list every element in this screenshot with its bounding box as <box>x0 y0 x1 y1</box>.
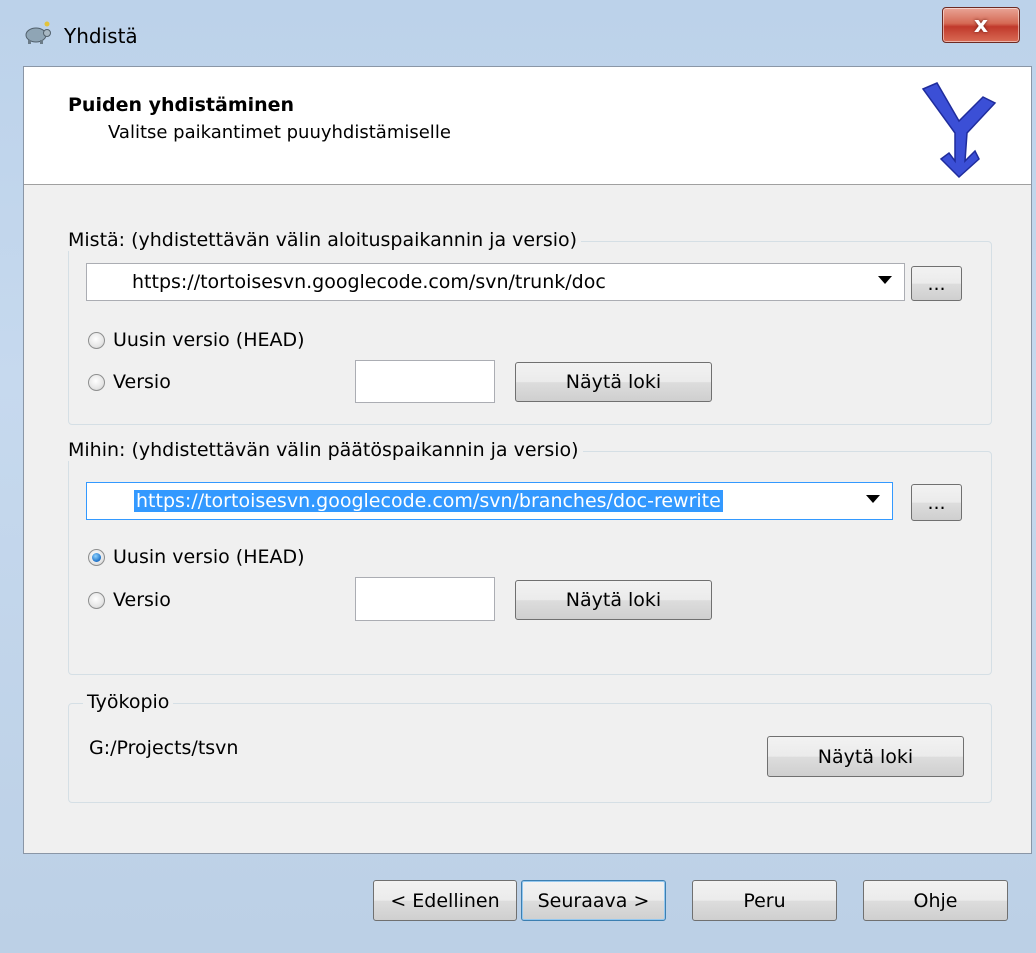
back-button[interactable]: < Edellinen <box>373 880 517 921</box>
close-button[interactable]: x <box>942 7 1020 43</box>
from-browse-button[interactable]: ... <box>911 266 962 301</box>
next-button[interactable]: Seuraava > <box>521 880 666 921</box>
to-group-label: Mihin: (yhdistettävän välin päätöspaikan… <box>64 439 583 461</box>
radio-button[interactable] <box>88 373 105 391</box>
from-show-log-button[interactable]: Näytä loki <box>515 362 712 402</box>
to-browse-button[interactable]: ... <box>911 484 962 521</box>
radio-button[interactable] <box>88 331 105 349</box>
page-title: Puiden yhdistäminen <box>68 94 295 116</box>
from-revision-radio[interactable]: Versio <box>88 371 171 393</box>
help-button-label: Ohje <box>913 889 958 912</box>
from-show-log-label: Näytä loki <box>565 371 662 393</box>
from-group-label: Mistä: (yhdistettävän välin aloituspaika… <box>64 229 582 251</box>
working-copy-path: G:/Projects/tsvn <box>89 737 239 759</box>
to-url-value: https://tortoisesvn.googlecode.com/svn/b… <box>134 490 723 512</box>
from-browse-label: ... <box>927 272 946 295</box>
chevron-down-icon[interactable] <box>866 495 880 503</box>
working-copy-show-log-label: Näytä loki <box>817 745 914 768</box>
title-bar: Yhdistä x <box>0 0 1036 66</box>
to-revision-input[interactable] <box>355 577 495 621</box>
tortoise-icon <box>25 21 51 44</box>
to-show-log-button[interactable]: Näytä loki <box>515 580 712 620</box>
to-url-combo[interactable]: https://tortoisesvn.googlecode.com/svn/b… <box>86 482 893 520</box>
to-browse-label: ... <box>927 491 946 514</box>
to-head-label: Uusin versio (HEAD) <box>113 546 305 568</box>
from-revision-label: Versio <box>113 371 171 393</box>
radio-button[interactable] <box>88 591 105 609</box>
from-url-value: https://tortoisesvn.googlecode.com/svn/t… <box>132 271 606 293</box>
page-subtitle: Valitse paikantimet puuyhdistämiselle <box>108 122 451 143</box>
working-copy-label: Työkopio <box>83 691 174 713</box>
window-title: Yhdistä <box>64 24 138 48</box>
chevron-down-icon[interactable] <box>878 276 892 284</box>
close-icon: x <box>973 12 989 38</box>
to-head-radio[interactable]: Uusin versio (HEAD) <box>88 546 305 568</box>
help-button[interactable]: Ohje <box>863 880 1008 921</box>
cancel-button[interactable]: Peru <box>692 880 837 921</box>
to-revision-radio[interactable]: Versio <box>88 589 171 611</box>
radio-button[interactable] <box>88 548 105 566</box>
dialog-window: Yhdistä x Puiden yhdistäminen Valitse pa… <box>0 0 1036 953</box>
merge-icon <box>921 82 997 179</box>
from-head-radio[interactable]: Uusin versio (HEAD) <box>88 329 305 351</box>
from-revision-input[interactable] <box>355 360 495 403</box>
from-head-label: Uusin versio (HEAD) <box>113 329 305 351</box>
cancel-button-label: Peru <box>743 889 786 912</box>
dialog-body: Puiden yhdistäminen Valitse paikantimet … <box>23 66 1032 854</box>
wizard-header: Puiden yhdistäminen Valitse paikantimet … <box>24 67 1031 185</box>
to-show-log-label: Näytä loki <box>565 589 662 611</box>
working-copy-show-log-button[interactable]: Näytä loki <box>767 736 964 777</box>
from-url-combo[interactable]: https://tortoisesvn.googlecode.com/svn/t… <box>86 263 905 301</box>
next-button-label: Seuraava > <box>537 889 650 912</box>
to-revision-label: Versio <box>113 589 171 611</box>
back-button-label: < Edellinen <box>390 889 500 912</box>
